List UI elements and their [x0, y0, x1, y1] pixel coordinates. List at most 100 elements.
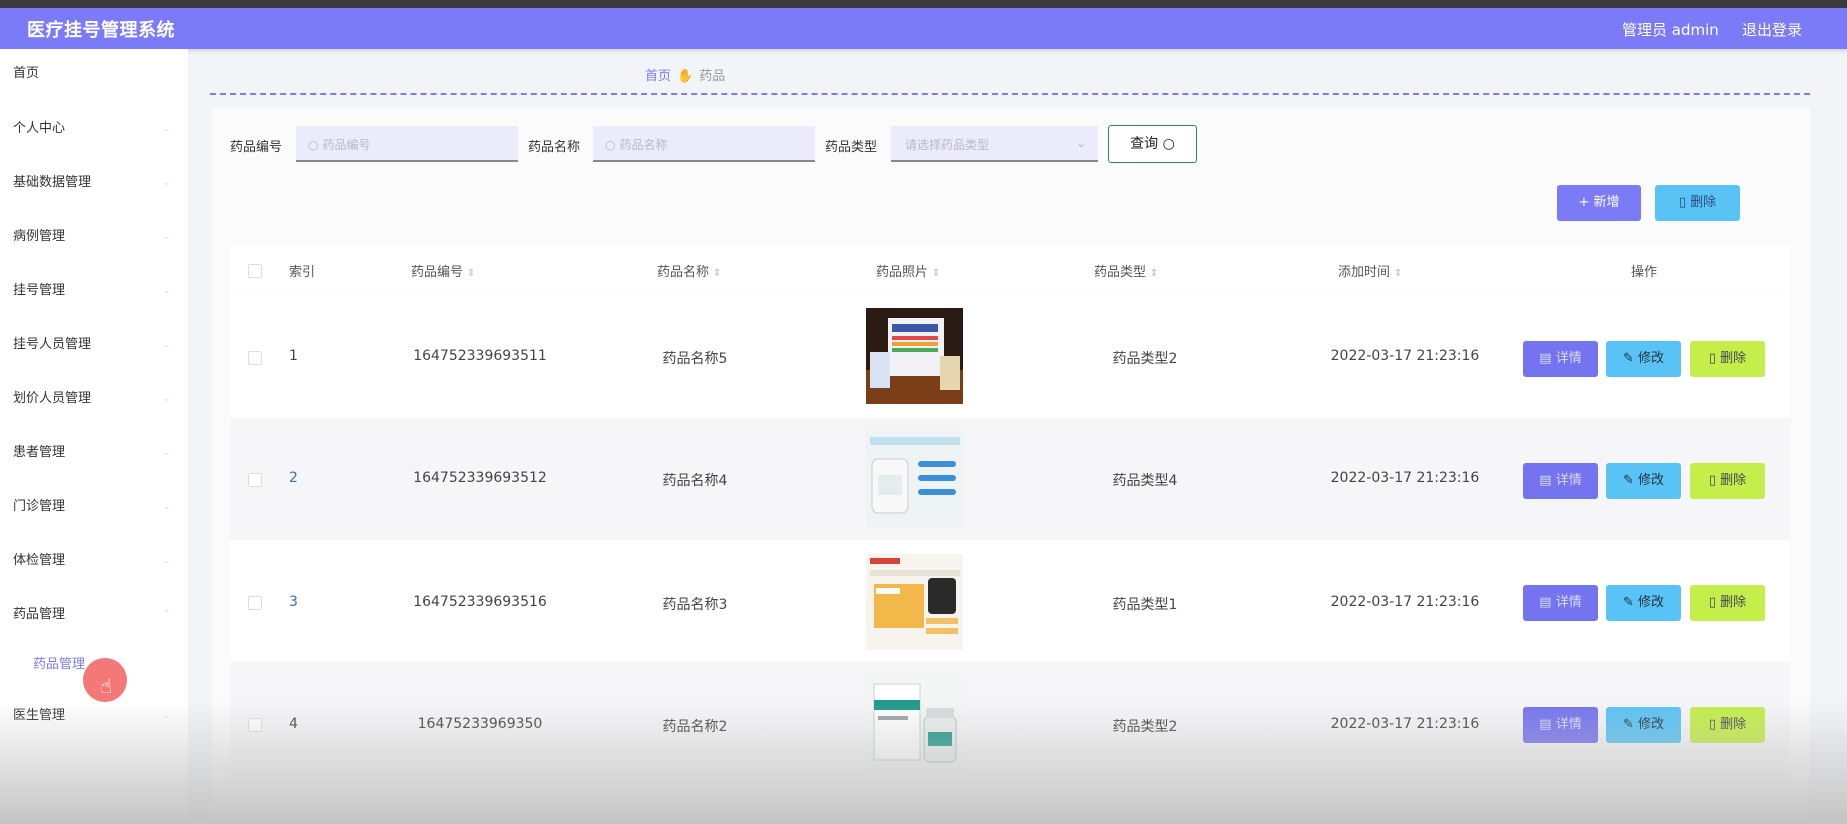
sidebar-item-label: 基础数据管理: [13, 175, 92, 190]
document-icon: ▤: [1539, 351, 1552, 366]
sidebar-item-doctors[interactable]: 医生管理 ⌄: [13, 705, 171, 727]
row-edit-button[interactable]: ✎ 修改: [1606, 341, 1681, 377]
sidebar-item-personal-center[interactable]: 个人中心 ⌄: [13, 118, 171, 140]
select-all-checkbox[interactable]: [248, 264, 262, 278]
column-header-time[interactable]: 添加时间 ⇕: [1338, 261, 1402, 280]
app-header: 医疗挂号管理系统 管理员 admin 退出登录: [0, 8, 1847, 49]
row-delete-button[interactable]: ▯ 删除: [1690, 463, 1765, 499]
row-detail-label: 详情: [1555, 351, 1582, 366]
sidebar-item-cases[interactable]: 病例管理 ⌄: [13, 226, 171, 248]
search-button[interactable]: 查询 ○: [1108, 125, 1197, 163]
sidebar-item-outpatient[interactable]: 门诊管理 ⌄: [13, 496, 171, 518]
row-delete-button[interactable]: ▯ 删除: [1690, 341, 1765, 377]
row-detail-button[interactable]: ▤ 详情: [1523, 707, 1598, 743]
row-type: 药品类型1: [1112, 597, 1178, 613]
row-detail-button[interactable]: ▤ 详情: [1523, 341, 1598, 377]
chevron-down-icon: ⌄: [162, 285, 171, 296]
sidebar-item-medicine[interactable]: 药品管理 ⌃: [13, 604, 171, 626]
chevron-down-icon: ⌄: [162, 123, 171, 134]
chevron-up-icon: ⌃: [162, 609, 171, 620]
row-edit-label: 修改: [1638, 473, 1665, 488]
sidebar-item-label: 体检管理: [13, 553, 66, 568]
row-edit-button[interactable]: ✎ 修改: [1606, 463, 1681, 499]
table-row: 3 164752339693516 药品名称3 药品类型1 2022-03-17…: [230, 540, 1790, 662]
sidebar-item-label: 挂号管理: [13, 283, 66, 298]
pencil-icon: ✎: [1622, 351, 1634, 366]
row-checkbox[interactable]: [248, 351, 262, 365]
sidebar-item-label: 个人中心: [13, 121, 66, 136]
row-checkbox[interactable]: [248, 596, 262, 610]
medicine-photo[interactable]: [866, 431, 963, 527]
row-delete-label: 删除: [1720, 351, 1747, 366]
medicine-photo-image: [866, 308, 963, 404]
row-delete-button[interactable]: ▯ 删除: [1690, 585, 1765, 621]
code-search-input[interactable]: ○ 药品编号: [296, 126, 518, 162]
row-checkbox[interactable]: [248, 473, 262, 487]
sidebar-item-registration-staff[interactable]: 挂号人员管理 ⌄: [13, 334, 171, 356]
sidebar-item-registration[interactable]: 挂号管理 ⌄: [13, 280, 171, 302]
medicine-photo-image: [866, 676, 963, 772]
row-edit-button[interactable]: ✎ 修改: [1606, 585, 1681, 621]
add-button[interactable]: + 新增: [1557, 185, 1641, 221]
document-icon: ▤: [1539, 717, 1552, 732]
sidebar-item-patients[interactable]: 患者管理 ⌄: [13, 442, 171, 464]
chevron-down-icon: ⌄: [1075, 136, 1086, 150]
row-index: 4: [289, 716, 298, 732]
column-header-photo[interactable]: 药品照片 ⇕: [876, 261, 940, 280]
row-name: 药品名称3: [662, 597, 728, 613]
column-header-name[interactable]: 药品名称 ⇕: [657, 261, 721, 280]
column-header-actions: 操作: [1631, 265, 1658, 280]
search-icon: ○: [308, 138, 319, 152]
row-checkbox[interactable]: [248, 718, 262, 732]
sidebar-subitem-medicine-management[interactable]: 药品管理: [33, 654, 85, 676]
type-select[interactable]: 请选择药品类型 ⌄: [891, 126, 1098, 162]
column-header-type[interactable]: 药品类型 ⇕: [1094, 261, 1158, 280]
bulk-delete-label: 删除: [1690, 195, 1717, 210]
search-icon: ○: [605, 138, 616, 152]
bulk-delete-button[interactable]: ▯ 删除: [1655, 185, 1740, 221]
document-icon: ▤: [1539, 473, 1552, 488]
row-index: 3: [289, 594, 298, 610]
row-detail-label: 详情: [1555, 473, 1582, 488]
row-delete-label: 删除: [1720, 595, 1747, 610]
sidebar-item-checkup[interactable]: 体检管理 ⌄: [13, 550, 171, 572]
column-header-code[interactable]: 药品编号 ⇕: [411, 261, 475, 280]
row-code: 16475233969350: [417, 716, 543, 732]
row-edit-button[interactable]: ✎ 修改: [1606, 707, 1681, 743]
table-row: 2 164752339693512 药品名称4 药品类型4 2022-03-17…: [230, 418, 1790, 540]
sort-icon: ⇕: [713, 268, 722, 279]
sidebar-item-basic-data[interactable]: 基础数据管理 ⌄: [13, 172, 171, 194]
search-icon: ○: [1162, 136, 1175, 152]
sidebar-item-home[interactable]: 首页: [13, 63, 171, 85]
code-filter-label: 药品编号: [230, 140, 283, 155]
row-time: 2022-03-17 21:23:16: [1330, 470, 1480, 486]
row-delete-label: 删除: [1720, 717, 1747, 732]
breadcrumb-home-link[interactable]: 首页: [645, 69, 671, 84]
name-search-input[interactable]: ○ 药品名称: [593, 126, 815, 162]
document-icon: ▤: [1539, 595, 1552, 610]
row-detail-label: 详情: [1555, 717, 1582, 732]
row-detail-button[interactable]: ▤ 详情: [1523, 463, 1598, 499]
sidebar-item-pricing-staff[interactable]: 划价人员管理 ⌄: [13, 388, 171, 410]
row-code: 164752339693516: [413, 594, 547, 610]
trash-icon: ▯: [1708, 717, 1716, 732]
column-header-label: 药品名称: [657, 265, 710, 280]
chevron-down-icon: ⌄: [162, 339, 171, 350]
trash-icon: ▯: [1708, 473, 1716, 488]
sidebar-item-label: 药品管理: [13, 607, 66, 622]
sort-icon: ⇕: [1150, 268, 1159, 279]
trash-icon: ▯: [1708, 351, 1716, 366]
medicine-photo[interactable]: [866, 676, 963, 772]
row-delete-button[interactable]: ▯ 删除: [1690, 707, 1765, 743]
trash-icon: ▯: [1678, 195, 1686, 210]
logout-link[interactable]: 退出登录: [1742, 19, 1802, 40]
chevron-down-icon: ⌄: [162, 393, 171, 404]
sidebar-item-label: 挂号人员管理: [13, 337, 92, 352]
row-name: 药品名称5: [662, 351, 728, 367]
row-detail-button[interactable]: ▤ 详情: [1523, 585, 1598, 621]
window-top-strip: [0, 0, 1847, 8]
medicine-photo-image: [866, 554, 963, 650]
medicine-photo[interactable]: [866, 554, 963, 650]
row-edit-label: 修改: [1638, 717, 1665, 732]
medicine-photo[interactable]: [866, 308, 963, 404]
